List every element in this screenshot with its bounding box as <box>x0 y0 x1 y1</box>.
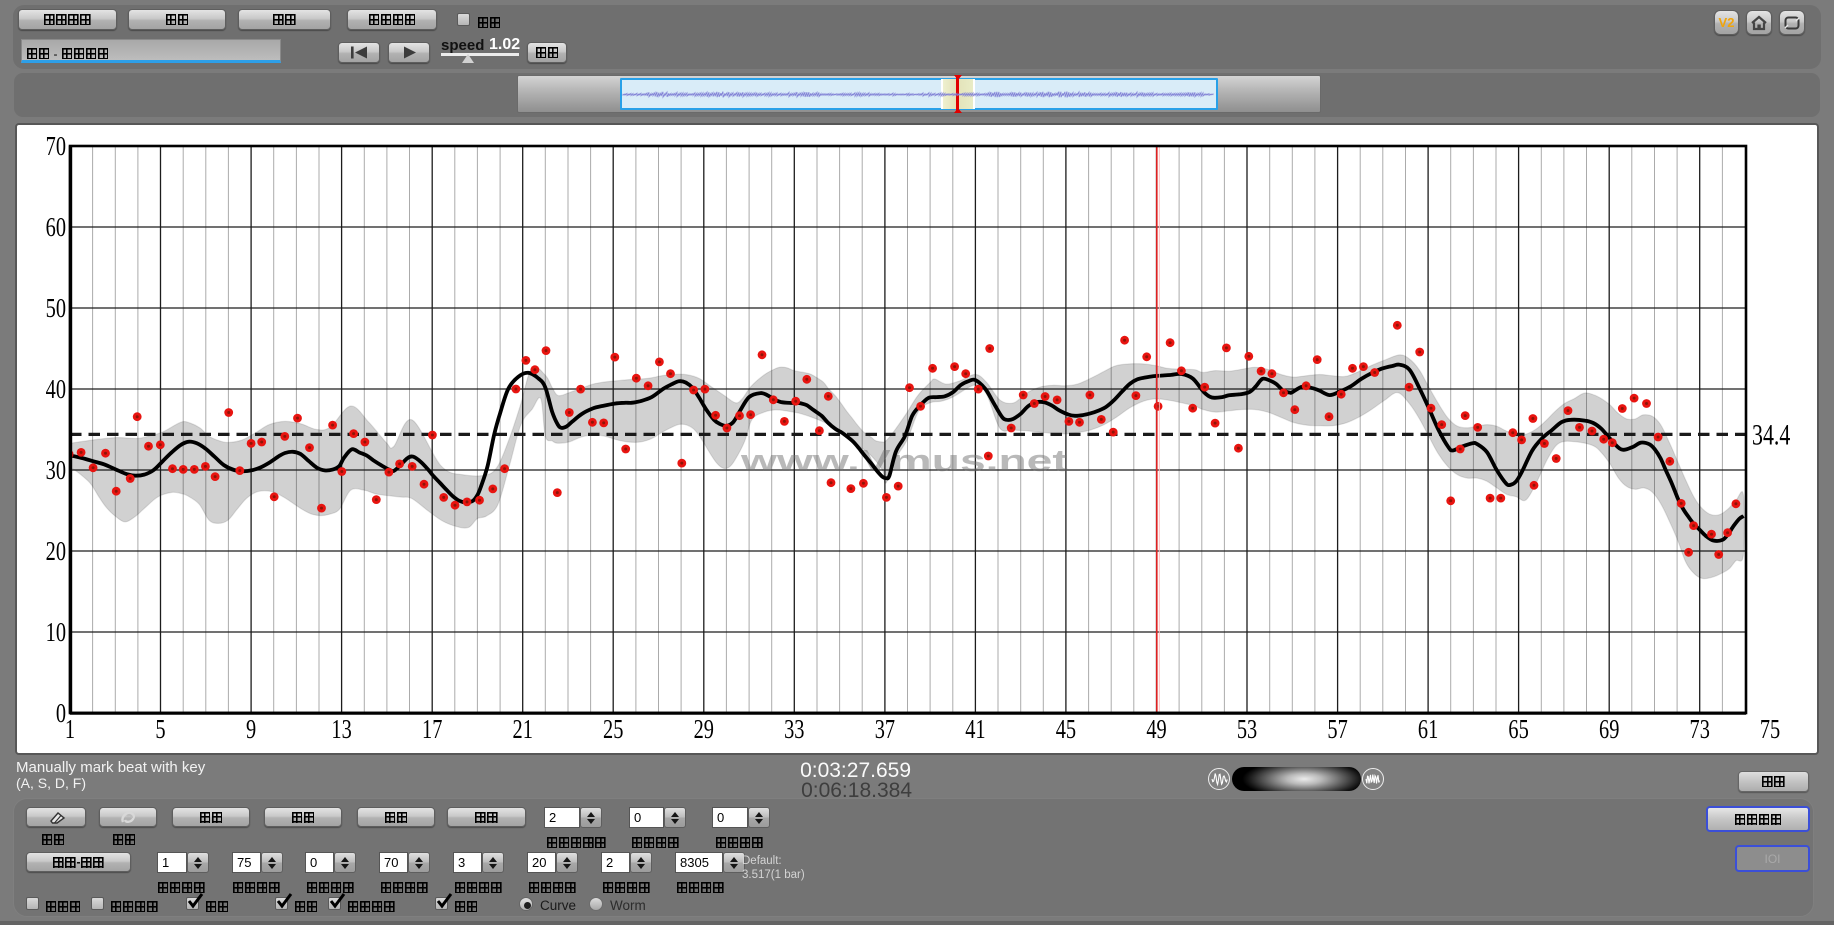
svg-text:69: 69 <box>1599 714 1619 745</box>
svg-text:1: 1 <box>65 714 75 745</box>
svg-text:49: 49 <box>1146 714 1166 745</box>
svg-text:53: 53 <box>1237 714 1257 745</box>
svg-text:29: 29 <box>694 714 714 745</box>
svg-text:60: 60 <box>46 212 66 243</box>
svg-text:50: 50 <box>46 293 66 324</box>
svg-text:34.4: 34.4 <box>1752 418 1790 451</box>
svg-text:17: 17 <box>422 714 442 745</box>
svg-text:13: 13 <box>331 714 351 745</box>
svg-text:65: 65 <box>1508 714 1528 745</box>
svg-text:www.Vmus.net: www.Vmus.net <box>740 443 1068 478</box>
svg-text:9: 9 <box>246 714 256 745</box>
svg-text:41: 41 <box>965 714 985 745</box>
svg-text:57: 57 <box>1327 714 1347 745</box>
svg-text:73: 73 <box>1690 714 1710 745</box>
svg-text:5: 5 <box>155 714 165 745</box>
svg-text:75: 75 <box>1760 714 1780 745</box>
svg-text:61: 61 <box>1418 714 1438 745</box>
svg-text:25: 25 <box>603 714 623 745</box>
svg-text:45: 45 <box>1056 714 1076 745</box>
svg-text:33: 33 <box>784 714 804 745</box>
svg-text:40: 40 <box>46 374 66 405</box>
svg-text:70: 70 <box>46 131 66 162</box>
svg-text:30: 30 <box>46 455 66 486</box>
svg-text:21: 21 <box>513 714 533 745</box>
svg-text:37: 37 <box>875 714 895 745</box>
svg-text:20: 20 <box>46 536 66 567</box>
svg-text:10: 10 <box>46 617 66 648</box>
